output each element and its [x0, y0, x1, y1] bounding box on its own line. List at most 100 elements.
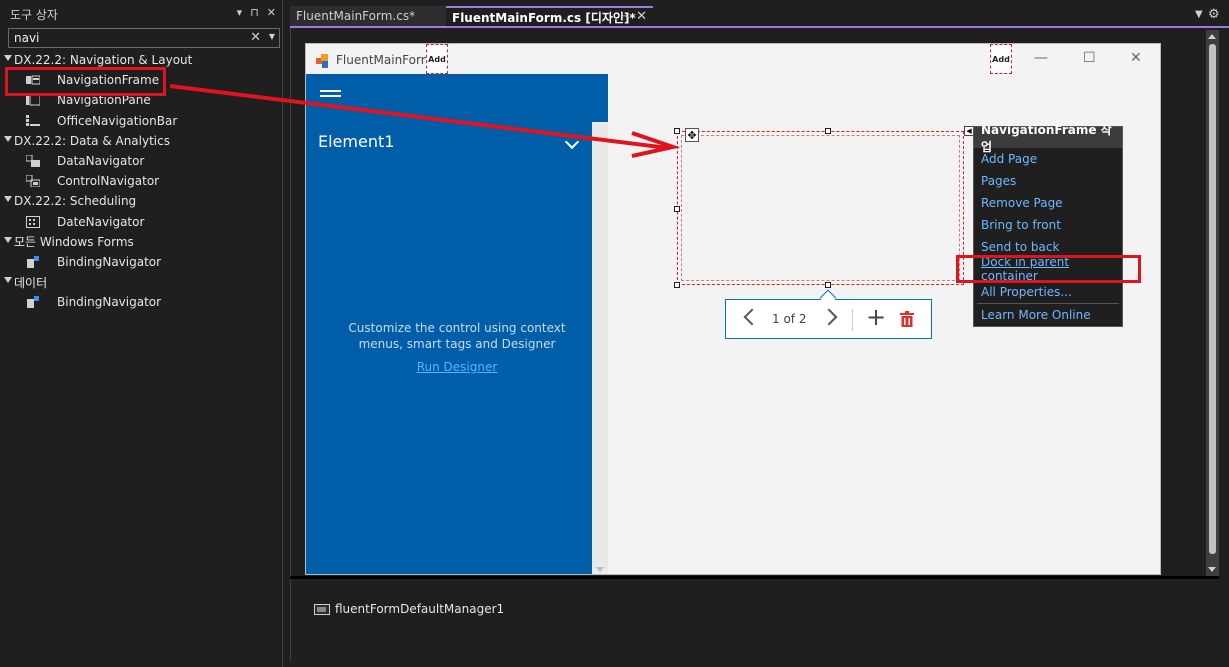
component-tray: fluentFormDefaultManager1	[290, 579, 1219, 661]
toolbox-item-label: BindingNavigator	[57, 254, 162, 269]
dropdown-arrow-icon[interactable]: ▾	[237, 6, 243, 19]
delete-page-icon[interactable]	[900, 311, 914, 327]
resize-handle[interactable]	[825, 282, 831, 288]
designer-vertical-scrollbar[interactable]	[1206, 30, 1219, 576]
resize-handle[interactable]	[674, 206, 680, 212]
scroll-thumb[interactable]	[1209, 44, 1216, 554]
maximize-icon[interactable]: ☐	[1083, 50, 1096, 66]
highlight-box-dock-item	[956, 255, 1141, 283]
toolbox-item-label: DateNavigator	[57, 214, 145, 229]
previous-page-icon[interactable]	[743, 308, 761, 326]
expanded-triangle-icon	[4, 236, 12, 243]
scroll-down-icon[interactable]	[596, 567, 604, 572]
accordion-nav-pane[interactable]: Element1 Customize the control using con…	[306, 74, 608, 574]
tab-label: FluentMainForm.cs*	[296, 9, 416, 23]
category-label: DX.22.2: Navigation & Layout	[14, 53, 193, 68]
menu-remove-page[interactable]: Remove Page	[974, 192, 1122, 214]
toolbox-item-label: ControlNavigator	[57, 174, 160, 189]
resize-handle[interactable]	[674, 282, 680, 288]
tray-component[interactable]: fluentFormDefaultManager1	[314, 602, 504, 616]
add-page-icon[interactable]: +	[866, 304, 886, 330]
toolbox-item-label: DataNavigator	[57, 154, 145, 169]
category-data-analytics[interactable]: DX.22.2: Data & Analytics	[0, 131, 283, 151]
navigation-frame-control[interactable]	[677, 131, 964, 285]
scroll-down-icon[interactable]	[1208, 567, 1216, 572]
datanavigator-icon	[26, 154, 40, 167]
toolbox-item-datanavigator[interactable]: DataNavigator	[0, 151, 283, 171]
toolbox-item-bindingnavigator[interactable]: BindingNavigator	[0, 252, 283, 272]
bindingnavigator-icon	[27, 296, 39, 309]
nav-pane-scrollbar[interactable]	[592, 122, 608, 574]
resize-handle[interactable]	[825, 128, 831, 134]
chevron-down-icon[interactable]	[564, 134, 580, 150]
add-label: Add	[992, 54, 1010, 64]
officenavigationbar-icon	[26, 114, 40, 126]
scroll-up-icon[interactable]	[1208, 34, 1216, 39]
toolbox-title-buttons: ▾ ⊓ ✕	[237, 6, 276, 19]
category-all-windows-forms[interactable]: 모든 Windows Forms	[0, 232, 283, 252]
expanded-triangle-icon	[4, 135, 12, 142]
menu-pages[interactable]: Pages	[974, 170, 1122, 192]
accordion-element[interactable]: Element1	[318, 132, 394, 151]
menu-learn-more[interactable]: Learn More Online	[974, 304, 1122, 326]
search-dropdown-icon[interactable]: ▼	[269, 32, 275, 41]
tab-dropdown-icon[interactable]: ▼	[1195, 9, 1203, 20]
toolbox-item-label: BindingNavigator	[57, 295, 162, 310]
document-tab-bar: FluentMainForm.cs* FluentMainForm.cs [디자…	[290, 0, 1229, 28]
toolbox-item-officenavigationbar[interactable]: OfficeNavigationBar	[0, 111, 283, 131]
close-icon[interactable]: ✕	[1130, 50, 1142, 66]
bindingnavigator-icon	[27, 255, 39, 268]
tasks-header: NavigationFrame 작업	[974, 123, 1122, 154]
component-label: fluentFormDefaultManager1	[335, 602, 505, 616]
navigationpane-icon	[26, 94, 40, 106]
component-icon	[314, 603, 330, 615]
category-data[interactable]: 데이터	[0, 272, 283, 292]
toolbox-panel: 도구 상자 ▾ ⊓ ✕ navi ✕ ▼ DX.22.2: Navigation…	[0, 0, 283, 667]
add-title-item-right[interactable]: Add	[990, 44, 1012, 74]
add-title-item-left[interactable]: Add	[426, 44, 448, 74]
toolbox-item-label: OfficeNavigationBar	[57, 113, 178, 128]
close-icon[interactable]: ✕	[267, 6, 276, 19]
category-label: DX.22.2: Scheduling	[14, 194, 137, 209]
controlnavigator-icon	[26, 175, 40, 188]
expanded-triangle-icon	[4, 55, 12, 61]
category-label: DX.22.2: Data & Analytics	[14, 133, 170, 148]
calendar-icon	[26, 215, 40, 228]
clear-icon[interactable]: ✕	[250, 30, 261, 45]
expanded-triangle-icon	[4, 277, 12, 284]
pager-separator	[852, 309, 853, 331]
toolbox-search-input[interactable]: navi ✕ ▼	[8, 28, 280, 48]
menu-all-properties[interactable]: All Properties...	[974, 281, 1122, 303]
move-icon[interactable]: ✥	[685, 128, 699, 142]
run-designer-link[interactable]: Run Designer	[306, 360, 608, 374]
page-count: 1 of 2	[772, 312, 807, 326]
pin-icon[interactable]: ⊸	[621, 11, 629, 22]
minimize-icon[interactable]: —	[1034, 50, 1048, 66]
toolbox-item-controlnavigator[interactable]: ControlNavigator	[0, 171, 283, 191]
navigation-frame-inner-border	[681, 135, 960, 281]
tab-code[interactable]: FluentMainForm.cs*	[290, 6, 446, 26]
highlight-box-toolbox-item	[5, 67, 166, 96]
category-scheduling[interactable]: DX.22.2: Scheduling	[0, 191, 283, 211]
category-label: 모든 Windows Forms	[14, 235, 134, 250]
close-tab-icon[interactable]: ✕	[636, 9, 647, 24]
resize-handle[interactable]	[674, 128, 680, 134]
pin-icon[interactable]: ⊓	[250, 6, 259, 19]
category-label: 데이터	[14, 275, 48, 290]
expanded-triangle-icon	[4, 196, 12, 203]
toolbox-item-datenavigator[interactable]: DateNavigator	[0, 212, 283, 232]
navigationframe-tasks-menu: NavigationFrame 작업 Add Page Pages Remove…	[973, 123, 1123, 327]
hamburger-icon[interactable]	[320, 90, 341, 100]
search-value: navi	[14, 31, 40, 45]
add-label: Add	[428, 54, 446, 64]
visual-studio-window: 도구 상자 ▾ ⊓ ✕ navi ✕ ▼ DX.22.2: Navigation…	[0, 0, 1229, 667]
designer-hint-text: Customize the control using context menu…	[348, 321, 566, 351]
gear-icon[interactable]: ⚙	[1208, 7, 1220, 22]
next-page-icon[interactable]	[820, 308, 838, 326]
tab-label: FluentMainForm.cs [디자인]*	[452, 10, 636, 25]
toolbox-item-bindingnavigator-data[interactable]: BindingNavigator	[0, 292, 283, 312]
tab-designer[interactable]: FluentMainForm.cs [디자인]* ⊸ ✕	[446, 6, 653, 26]
form-title: FluentMainForm	[336, 53, 433, 67]
devexpress-logo-icon	[316, 54, 328, 68]
menu-bring-to-front[interactable]: Bring to front	[974, 214, 1122, 236]
